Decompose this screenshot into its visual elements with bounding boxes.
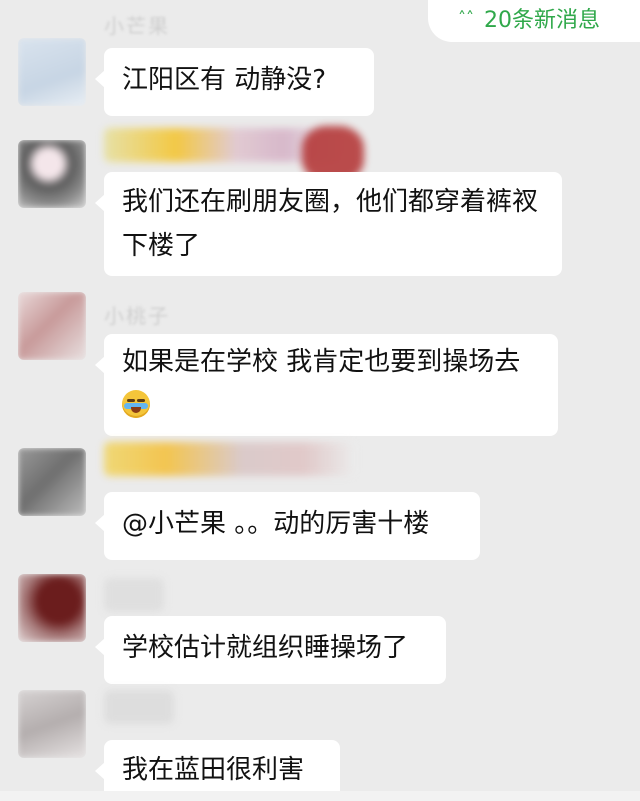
sender-name: 小桃子 <box>104 304 170 328</box>
sender-name-redacted <box>104 690 174 724</box>
message-text: 我在蓝田很利害 <box>122 755 305 785</box>
message-text: 如果是在学校 我肯定也要到操场去 <box>122 347 521 377</box>
avatar[interactable] <box>18 38 86 106</box>
avatar[interactable] <box>18 448 86 516</box>
message-bubble[interactable]: 我们还在刷朋友圈，他们都穿着裤衩下楼了 <box>95 172 562 276</box>
avatar[interactable] <box>18 140 86 208</box>
message-text: @小芒果 。。动的厉害十楼 <box>122 509 430 539</box>
sender-name-redacted <box>104 578 164 612</box>
message-text: 学校估计就组织睡操场了 <box>122 633 409 663</box>
crying-laughing-emoji-icon <box>122 390 150 418</box>
sender-name-redacted <box>104 442 354 476</box>
sender-name: 小芒果 <box>104 14 170 38</box>
message-text: 我们还在刷朋友圈，他们都穿着裤衩下楼了 <box>122 187 539 261</box>
unread-messages-button[interactable]: ˄˄ 20条新消息 <box>428 0 640 42</box>
avatar[interactable] <box>18 574 86 642</box>
message-text: 江阳区有 动静没? <box>122 65 327 95</box>
message-bubble[interactable]: @小芒果 。。动的厉害十楼 <box>95 492 480 560</box>
bottom-edge <box>0 791 640 801</box>
avatar[interactable] <box>18 690 86 758</box>
unread-messages-label: 20条新消息 <box>484 8 600 33</box>
message-bubble[interactable]: 江阳区有 动静没? <box>95 48 374 116</box>
double-chevron-up-icon: ˄˄ <box>458 8 474 27</box>
message-bubble[interactable]: 学校估计就组织睡操场了 <box>95 616 446 684</box>
avatar[interactable] <box>18 292 86 360</box>
message-bubble[interactable]: 如果是在学校 我肯定也要到操场去 <box>95 334 558 436</box>
